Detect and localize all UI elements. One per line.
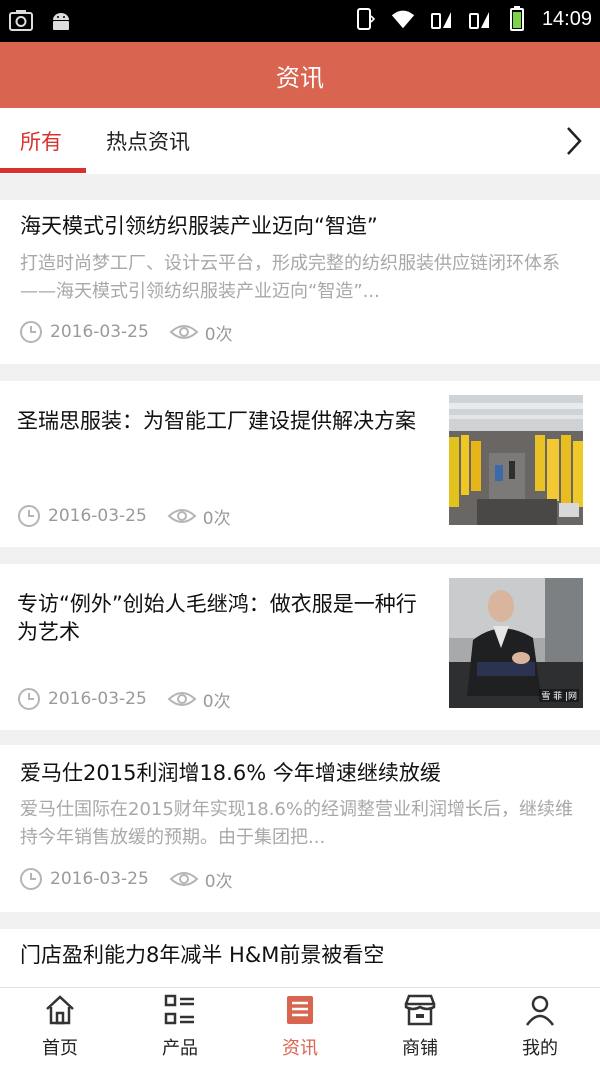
article-thumbnail[interactable] [449, 395, 583, 525]
chevron-right-icon[interactable] [562, 122, 586, 160]
article-card[interactable]: 圣瑞思服装：为智能工厂建设提供解决方案 2016-03-25 0次 [0, 381, 600, 547]
android-icon [48, 8, 74, 34]
shop-icon [403, 993, 437, 1027]
clock-icon [16, 503, 42, 529]
category-tabs: 所有 热点资讯 [0, 108, 600, 174]
article-title: 门店盈利能力8年减半 H&M前景被看空 [20, 943, 385, 967]
nav-profile[interactable]: 我的 [480, 988, 600, 1067]
article-date: 2016-03-25 [50, 869, 149, 889]
tab-hot-news[interactable]: 热点资讯 [106, 108, 190, 174]
eye-icon [167, 686, 197, 712]
eye-icon [167, 503, 197, 529]
eye-icon [169, 866, 199, 892]
thumbnail-watermark: 雪 菲 |网 [539, 689, 579, 702]
nav-label: 商铺 [402, 1038, 438, 1059]
article-card[interactable]: 专访“例外”创始人毛继鸿：做衣服是一种行为艺术 2016-03-25 0次 雪 … [0, 564, 600, 730]
article-meta: 2016-03-25 0次 [16, 503, 231, 529]
vibrate-icon [352, 6, 378, 32]
article-views: 0次 [204, 324, 233, 345]
article-card[interactable]: 海天模式引领纺织服装产业迈向“智造” 打造时尚梦工厂、设计云平台，形成完整的纺织… [0, 200, 600, 364]
article-title: 爱马仕2015利润增18.6% 今年增速继续放缓 [20, 761, 441, 785]
battery-icon [504, 6, 530, 32]
title-bar: 资讯 [0, 42, 600, 108]
article-views: 0次 [202, 691, 231, 712]
status-bar: 14:09 [0, 0, 600, 42]
article-summary: 爱马仕国际在2015财年实现18.6%的经调整营业利润增长后，继续维持今年销售放… [20, 799, 573, 848]
status-time: 14:09 [541, 7, 592, 30]
tab-all[interactable]: 所有 [20, 108, 62, 174]
clock-icon [18, 866, 44, 892]
wifi-icon [390, 6, 416, 32]
bottom-navigation: 首页 产品 资讯 商铺 我的 [0, 987, 600, 1067]
nav-label: 我的 [522, 1038, 558, 1059]
article-thumbnail[interactable]: 雪 菲 |网 [449, 578, 583, 708]
article-views: 0次 [204, 871, 233, 892]
clock-icon [18, 319, 44, 345]
active-tab-indicator [0, 168, 86, 173]
nav-home[interactable]: 首页 [0, 988, 120, 1067]
product-list-icon [163, 993, 197, 1027]
nav-label: 首页 [42, 1038, 78, 1059]
article-title: 海天模式引领纺织服装产业迈向“智造” [20, 214, 378, 238]
article-meta: 2016-03-25 0次 [16, 686, 231, 712]
screenshot-icon [8, 8, 34, 34]
news-icon [283, 993, 317, 1027]
nav-label: 产品 [162, 1038, 198, 1059]
nav-news[interactable]: 资讯 [240, 988, 360, 1067]
eye-icon [169, 319, 199, 345]
article-views: 0次 [202, 508, 231, 529]
nav-products[interactable]: 产品 [120, 988, 240, 1067]
profile-icon [523, 993, 557, 1027]
nav-label: 资讯 [282, 1038, 318, 1059]
clock-icon [16, 686, 42, 712]
page-title: 资讯 [276, 63, 324, 92]
article-date: 2016-03-25 [48, 689, 147, 709]
article-title: 专访“例外”创始人毛继鸿：做衣服是一种行为艺术 [17, 592, 417, 644]
nav-shop[interactable]: 商铺 [360, 988, 480, 1067]
sim1-signal-icon [428, 6, 454, 32]
article-card[interactable]: 爱马仕2015利润增18.6% 今年增速继续放缓 爱马仕国际在2015财年实现1… [0, 745, 600, 912]
article-title: 圣瑞思服装：为智能工厂建设提供解决方案 [17, 409, 416, 433]
home-icon [43, 993, 77, 1027]
article-meta: 2016-03-25 0次 [18, 319, 233, 345]
article-date: 2016-03-25 [50, 322, 149, 342]
sim2-signal-icon [466, 6, 492, 32]
article-meta: 2016-03-25 0次 [18, 866, 233, 892]
article-date: 2016-03-25 [48, 506, 147, 526]
article-summary: 打造时尚梦工厂、设计云平台，形成完整的纺织服装供应链闭环体系——海天模式引领纺织… [20, 253, 560, 302]
